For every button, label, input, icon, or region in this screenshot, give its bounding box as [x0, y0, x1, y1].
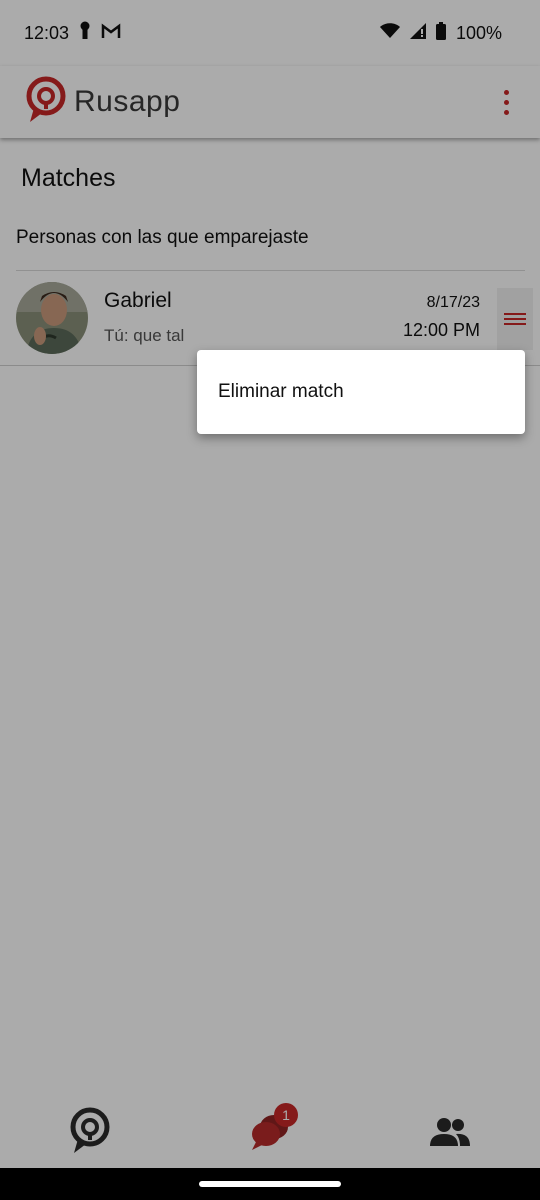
dim-overlay[interactable]: [0, 0, 540, 1168]
system-nav-bar: [0, 1168, 540, 1200]
popup-menu: Eliminar match: [197, 350, 525, 434]
menu-item-eliminar-match[interactable]: Eliminar match: [218, 381, 344, 403]
home-gesture-pill[interactable]: [199, 1181, 341, 1187]
